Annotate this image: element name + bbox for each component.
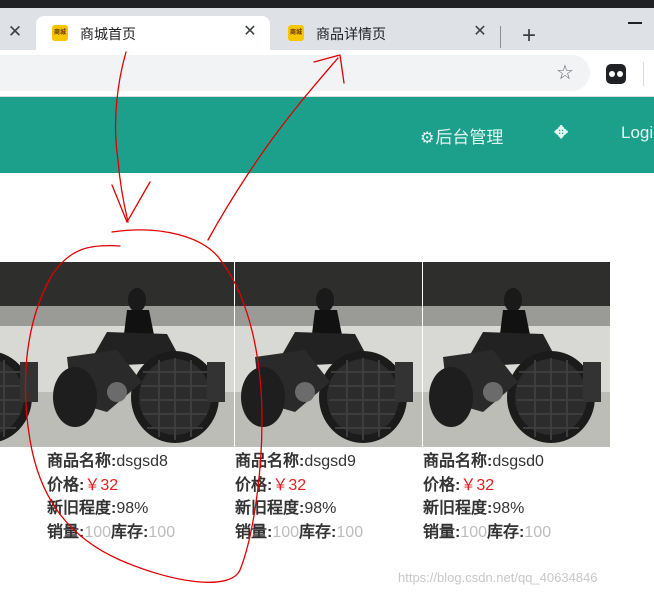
product-name-row: 商品名称:dsgsd0 (423, 450, 551, 474)
extension-icon[interactable] (606, 64, 626, 84)
condition-label: 新旧程度: (423, 500, 493, 517)
product-price: ￥32 (272, 476, 307, 494)
nav-login-link[interactable]: Logi (621, 123, 653, 143)
product-stock: 100 (524, 523, 552, 541)
product-sales: 100 (460, 523, 488, 541)
price-row: 价格:￥32 (235, 474, 363, 498)
browser-toolbar: ☆ (0, 50, 654, 97)
tab-shop-home[interactable]: 商城 商城首页 ✕ (36, 16, 270, 50)
product-image-partial[interactable] (0, 262, 47, 447)
stock-label: 库存: (299, 523, 337, 541)
price-row: 价格:￥32 (47, 474, 175, 498)
fullscreen-icon[interactable]: ✥ (554, 123, 568, 143)
minimize-button[interactable] (628, 22, 642, 24)
tab-title: 商城首页 (80, 26, 136, 42)
site-header: ⚙后台管理 ✥ Logi (0, 97, 654, 173)
tab-title: 商品详情页 (316, 26, 386, 42)
product-card-info: 商品名称:dsgsd8 价格:￥32 新旧程度:98% 销量:100库存:100 (47, 450, 175, 544)
product-condition: 98% (116, 500, 149, 517)
product-name-row: 商品名称:dsgsd9 (235, 450, 363, 474)
nav-admin-link[interactable]: ⚙后台管理 (420, 123, 503, 148)
product-name[interactable]: dsgsd0 (492, 453, 544, 470)
product-name[interactable]: dsgsd9 (304, 453, 356, 470)
price-label: 价格: (47, 476, 85, 494)
condition-label: 新旧程度: (47, 500, 117, 517)
product-name-row: 商品名称:dsgsd8 (47, 450, 175, 474)
tab-product-detail[interactable]: 商城 商品详情页 ✕ (272, 16, 500, 50)
site-favicon-icon: 商城 (52, 25, 68, 41)
product-image[interactable] (423, 262, 610, 447)
tab-strip: ✕ 商城 商城首页 ✕ 商城 商品详情页 ✕ + (0, 8, 654, 50)
sales-label: 销量: (423, 523, 461, 541)
bookmark-star-icon[interactable]: ☆ (556, 61, 574, 85)
price-label: 价格: (235, 476, 273, 494)
product-name[interactable]: dsgsd8 (116, 453, 168, 470)
site-favicon-icon: 商城 (288, 25, 304, 41)
product-image[interactable] (235, 262, 422, 447)
condition-row: 新旧程度:98% (47, 497, 175, 521)
sales-stock-row: 销量:100库存:100 (423, 521, 551, 545)
product-sales: 100 (272, 523, 300, 541)
product-price: ￥32 (460, 476, 495, 494)
name-label: 商品名称: (235, 453, 305, 470)
product-stock: 100 (336, 523, 364, 541)
price-label: 价格: (423, 476, 461, 494)
nav-admin-label: 后台管理 (435, 128, 504, 147)
stock-label: 库存: (487, 523, 525, 541)
product-condition: 98% (492, 500, 525, 517)
gear-icon: ⚙ (420, 130, 435, 147)
address-bar[interactable]: ☆ (0, 55, 590, 91)
stock-label: 库存: (111, 523, 149, 541)
window-titlebar (0, 0, 654, 8)
price-row: 价格:￥32 (423, 474, 551, 498)
new-tab-button[interactable]: + (514, 21, 544, 51)
close-icon[interactable]: ✕ (470, 22, 490, 42)
product-image[interactable] (47, 262, 234, 447)
toolbar-divider (643, 62, 644, 86)
name-label: 商品名称: (423, 453, 493, 470)
sales-label: 销量: (47, 523, 85, 541)
close-icon[interactable]: ✕ (4, 21, 26, 43)
product-stock: 100 (148, 523, 176, 541)
product-sales: 100 (84, 523, 112, 541)
sales-stock-row: 销量:100库存:100 (235, 521, 363, 545)
product-condition: 98% (304, 500, 337, 517)
condition-row: 新旧程度:98% (423, 497, 551, 521)
watermark: https://blog.csdn.net/qq_40634846 (398, 570, 598, 585)
condition-label: 新旧程度: (235, 500, 305, 517)
product-card-info: 商品名称:dsgsd0 价格:￥32 新旧程度:98% 销量:100库存:100 (423, 450, 551, 544)
tab-divider (500, 26, 501, 48)
condition-row: 新旧程度:98% (235, 497, 363, 521)
product-card-info: 商品名称:dsgsd9 价格:￥32 新旧程度:98% 销量:100库存:100 (235, 450, 363, 544)
sales-stock-row: 销量:100库存:100 (47, 521, 175, 545)
sales-label: 销量: (235, 523, 273, 541)
close-icon[interactable]: ✕ (240, 22, 260, 42)
name-label: 商品名称: (47, 453, 117, 470)
product-price: ￥32 (84, 476, 119, 494)
